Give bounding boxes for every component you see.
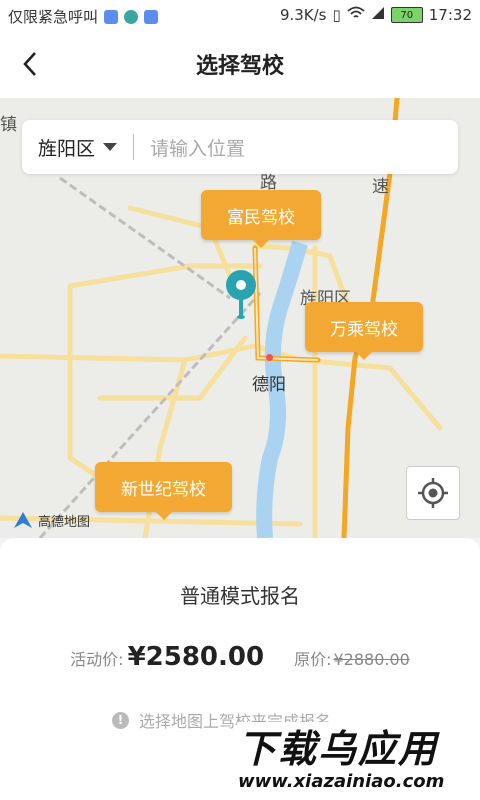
map-label-edge: 镇 (0, 115, 17, 135)
map-marker-wancheng[interactable]: 万乘驾校 (305, 302, 423, 360)
download-icon (144, 9, 159, 24)
gaode-logo-icon (14, 512, 32, 528)
map-label-expressway: 速 (372, 177, 389, 197)
clock: 17:32 (428, 6, 472, 24)
map-marker-fumin[interactable]: 富民驾校 (201, 190, 321, 248)
watermark: 下载乌应用 www.xiazainiao.com (238, 722, 478, 798)
chevron-left-icon (23, 52, 36, 76)
location-search-input[interactable]: 请输入位置 (150, 134, 245, 161)
map-provider-logo: 高德地图 (12, 510, 90, 530)
original-price: ¥2880.00 (333, 650, 410, 669)
dropdown-arrow-icon (103, 143, 118, 151)
location-pin-icon (224, 268, 258, 324)
map-label-city: 德阳 (252, 375, 286, 395)
panel-title: 普通模式报名 (180, 584, 300, 608)
status-bar: 仅限紧急呼叫 9.3K/s ▯ 70 17:32 (0, 0, 480, 30)
vibrate-icon: ▯ (332, 6, 341, 24)
district-label: 旌阳区 (38, 137, 96, 160)
app-icon (124, 9, 139, 24)
notification-icon (104, 9, 119, 24)
map-provider-name: 高德地图 (38, 514, 91, 530)
watermark-url: www.xiazainiao.com (238, 770, 445, 792)
district-selector[interactable]: 旌阳区 (38, 134, 118, 161)
network-speed: 9.3K/s (279, 6, 327, 24)
battery-icon: 70 (390, 7, 423, 23)
price-row: 活动价: ¥2580.00 原价: ¥2880.00 (0, 642, 480, 672)
search-bar: 旌阳区 请输入位置 (22, 120, 458, 174)
app-header: 选择驾校 (0, 30, 480, 98)
wifi-icon (347, 6, 365, 24)
city-dot (266, 354, 273, 361)
info-icon: ! (112, 711, 129, 729)
crosshair-icon (418, 478, 448, 508)
map-marker-xinshiji[interactable]: 新世纪驾校 (95, 462, 232, 520)
original-price-label: 原价: (294, 650, 332, 669)
back-button[interactable] (14, 48, 46, 80)
watermark-title: 下载乌应用 (238, 726, 439, 771)
activity-price: ¥2580.00 (127, 642, 265, 672)
carrier-text: 仅限紧急呼叫 (8, 8, 99, 26)
page-title: 选择驾校 (195, 54, 284, 79)
activity-price-label: 活动价: (70, 650, 124, 669)
search-divider (133, 134, 135, 160)
locate-me-button[interactable] (406, 466, 460, 520)
signal-icon (371, 6, 385, 24)
